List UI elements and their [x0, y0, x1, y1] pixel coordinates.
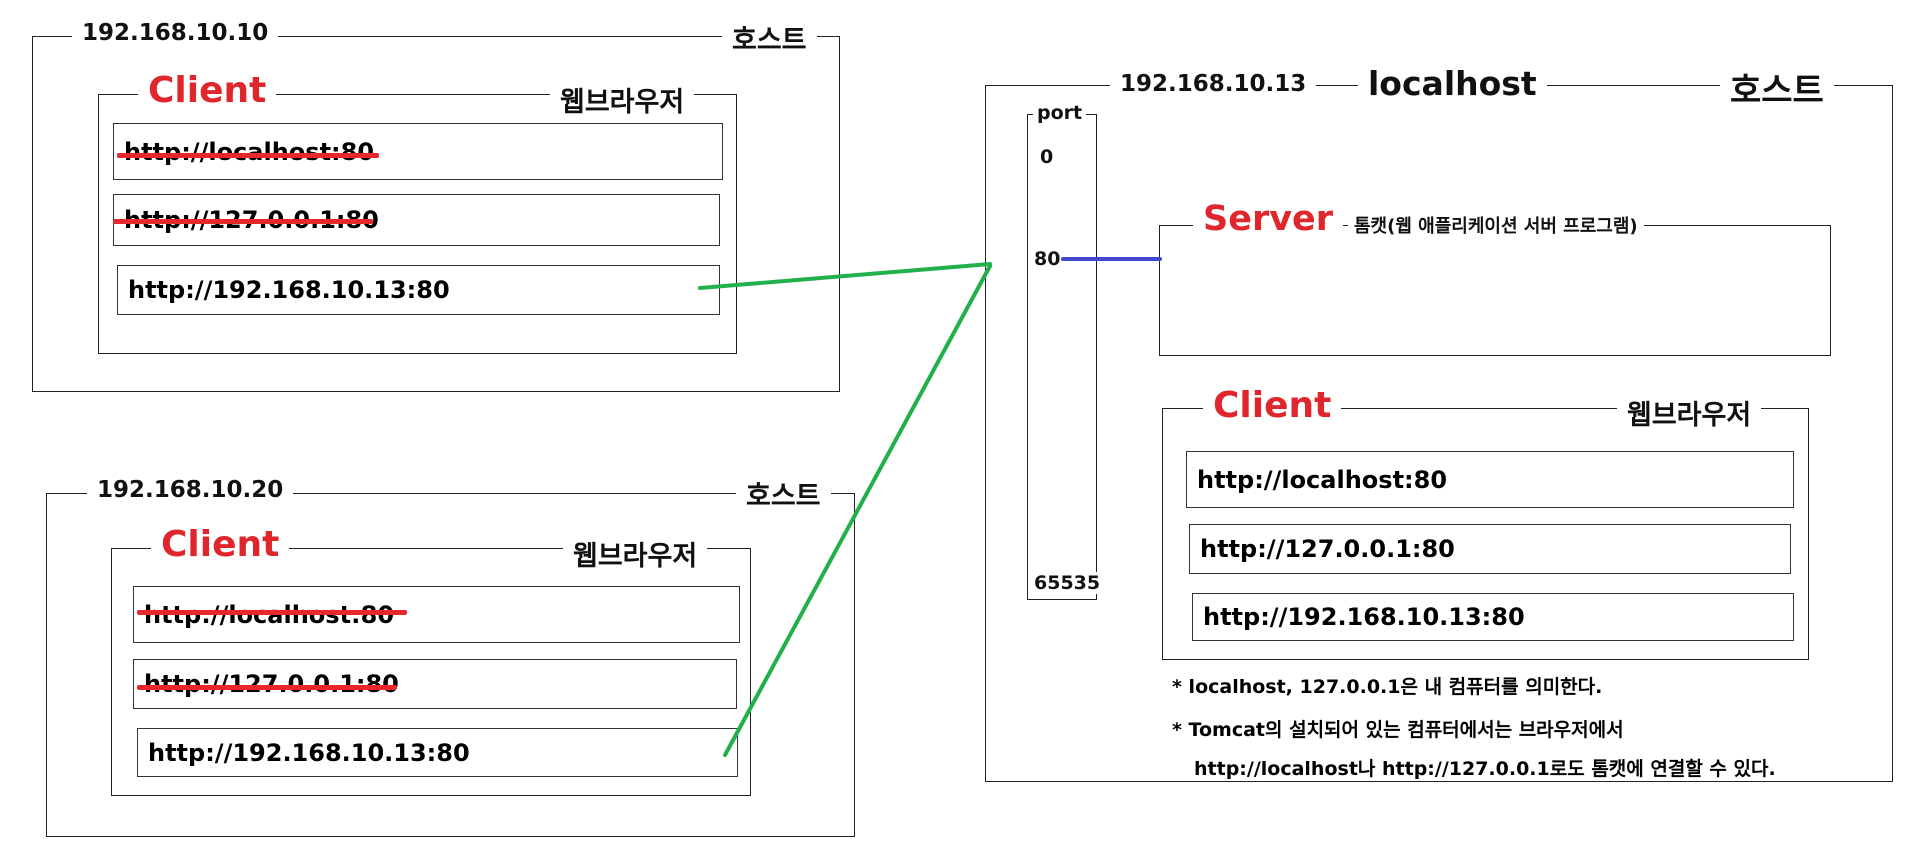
connector-host2-to-server: [723, 264, 992, 757]
connector-host1-to-server: [698, 262, 992, 290]
connection-lines: [698, 257, 1162, 757]
